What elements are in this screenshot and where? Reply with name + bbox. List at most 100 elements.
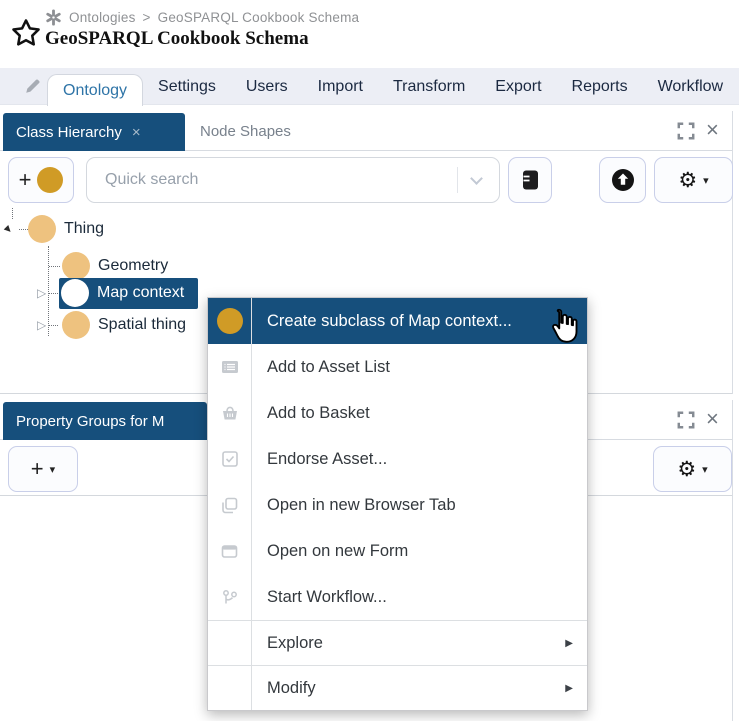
caret-down-icon: ▾ [702, 462, 708, 476]
upload-circle-icon [611, 169, 634, 191]
menu-item-label: Open in new Browser Tab [267, 495, 456, 514]
expander-open-icon[interactable]: ▾ [1, 222, 16, 237]
form-window-icon [221, 544, 238, 558]
asset-list-icon [221, 361, 238, 373]
breadcrumb-current: GeoSPARQL Cookbook Schema [157, 10, 360, 25]
gear-icon: ⚙ [677, 456, 697, 481]
class-circle-icon [61, 279, 89, 307]
dictionary-button[interactable] [508, 157, 552, 203]
gear-icon: ⚙ [678, 167, 698, 192]
submenu-arrow-icon: ▶ [565, 637, 573, 649]
tab-property-groups-label: Property Groups for M [16, 412, 165, 430]
menu-item-label: Open on new Form [267, 541, 409, 560]
menu-item-add-to-basket[interactable]: Add to Basket [208, 390, 587, 436]
class-circle-icon [62, 311, 90, 339]
menu-icon-cell [208, 436, 252, 482]
quick-search-box [86, 157, 500, 203]
menu-item-open-browser-tab[interactable]: Open in new Browser Tab [208, 482, 587, 528]
tab-workflow[interactable]: Workflow [643, 68, 739, 105]
upload-button[interactable] [599, 157, 646, 203]
tree-node-label[interactable]: Spatial thing [98, 316, 186, 334]
chevron-down-icon[interactable] [470, 171, 483, 185]
tab-export[interactable]: Export [480, 68, 556, 105]
book-icon [522, 170, 538, 190]
tab-ontology[interactable]: Ontology [47, 74, 144, 106]
tree-node-map-context[interactable]: ▷ Map context [0, 277, 199, 309]
menu-item-label: Add to Asset List [267, 357, 390, 376]
tree-node-label[interactable]: Thing [64, 220, 104, 238]
menu-item-label: Endorse Asset... [267, 449, 388, 468]
tab-class-hierarchy-label: Class Hierarchy [16, 123, 122, 141]
basket-icon [222, 406, 237, 420]
menu-item-explore[interactable]: Explore ▶ [208, 621, 587, 665]
panel-expand-icon[interactable] [676, 121, 696, 141]
menu-item-add-to-asset-list[interactable]: Add to Asset List [208, 344, 587, 390]
plus-icon: + [30, 456, 44, 481]
menu-item-label: Add to Basket [267, 403, 370, 422]
menu-icon-cell [208, 390, 252, 436]
hand-cursor-icon [552, 308, 578, 343]
panel-close-icon[interactable]: × [706, 117, 719, 143]
favorite-star-icon[interactable] [10, 17, 42, 49]
create-class-button[interactable]: + [8, 157, 74, 203]
menu-item-label: Create subclass of Map context... [267, 311, 512, 330]
expander-closed-icon[interactable]: ▷ [37, 318, 46, 332]
endorse-check-icon [221, 451, 238, 467]
tree-node-label[interactable]: Geometry [98, 257, 168, 275]
add-property-group-button[interactable]: + ▾ [8, 446, 78, 492]
panel-close-icon[interactable]: × [706, 406, 719, 432]
main-nav-bar: Ontology Settings Users Import Transform… [0, 68, 739, 106]
caret-down-icon: ▾ [49, 462, 56, 476]
settings-dropdown-button[interactable]: ⚙ ▾ [653, 446, 732, 492]
menu-icon-cell [208, 574, 252, 620]
search-divider [457, 167, 458, 193]
context-menu: Create subclass of Map context... Add to… [207, 297, 588, 711]
menu-item-start-workflow[interactable]: Start Workflow... [208, 574, 587, 620]
tab-transform[interactable]: Transform [378, 68, 480, 105]
tab-settings[interactable]: Settings [143, 68, 231, 105]
panel-expand-icon[interactable] [676, 410, 696, 430]
submenu-arrow-icon: ▶ [565, 682, 573, 694]
plus-icon: + [18, 167, 32, 192]
menu-item-open-new-form[interactable]: Open on new Form [208, 528, 587, 574]
menu-icon-cell [208, 298, 252, 344]
class-hierarchy-toolbar: + ⚙ ▾ [0, 151, 733, 208]
expander-closed-icon[interactable]: ▷ [37, 286, 46, 300]
page-title: GeoSPARQL Cookbook Schema [45, 28, 309, 49]
menu-item-label: Modify ▶ [267, 678, 573, 697]
menu-item-create-subclass[interactable]: Create subclass of Map context... [208, 298, 587, 344]
settings-dropdown-button[interactable]: ⚙ ▾ [654, 157, 733, 203]
class-circle-icon [216, 308, 243, 334]
class-hierarchy-tabstrip: Class Hierarchy × Node Shapes × [0, 111, 732, 151]
tree-node-spatial-thing[interactable]: ▷ Spatial thing [0, 309, 186, 341]
tab-import[interactable]: Import [303, 68, 378, 105]
menu-icon-cell [208, 621, 252, 665]
ontologies-asterisk-icon [46, 9, 61, 26]
tab-class-hierarchy[interactable]: Class Hierarchy × [3, 113, 185, 151]
menu-icon-cell [208, 344, 252, 390]
selected-tree-node[interactable]: Map context [59, 277, 199, 309]
tree-node-label[interactable]: Map context [97, 284, 184, 302]
tree-node-thing[interactable]: ▾ Thing [0, 213, 104, 245]
menu-icon-cell [208, 528, 252, 574]
app-window: Ontologies > GeoSPARQL Cookbook Schema G… [0, 0, 739, 721]
tab-close-icon[interactable]: × [132, 124, 141, 141]
menu-item-label: Explore ▶ [267, 633, 573, 652]
class-circle-icon [28, 215, 56, 243]
tab-property-groups[interactable]: Property Groups for M [3, 402, 207, 440]
edit-pencil-icon[interactable] [24, 77, 42, 95]
breadcrumb-ontologies[interactable]: Ontologies [69, 10, 136, 25]
workflow-branch-icon [223, 589, 237, 603]
quick-search-input[interactable] [87, 171, 457, 189]
class-circle-icon [37, 167, 64, 193]
tab-node-shapes[interactable]: Node Shapes [200, 111, 291, 151]
tab-reports[interactable]: Reports [557, 68, 643, 105]
menu-icon-cell [208, 482, 252, 528]
caret-down-icon: ▾ [703, 173, 709, 187]
browser-tabs-icon [222, 497, 238, 513]
class-circle-icon [62, 252, 90, 280]
menu-item-endorse-asset[interactable]: Endorse Asset... [208, 436, 587, 482]
tab-users[interactable]: Users [231, 68, 303, 105]
breadcrumb: Ontologies > GeoSPARQL Cookbook Schema [45, 9, 359, 26]
menu-item-modify[interactable]: Modify ▶ [208, 666, 587, 710]
